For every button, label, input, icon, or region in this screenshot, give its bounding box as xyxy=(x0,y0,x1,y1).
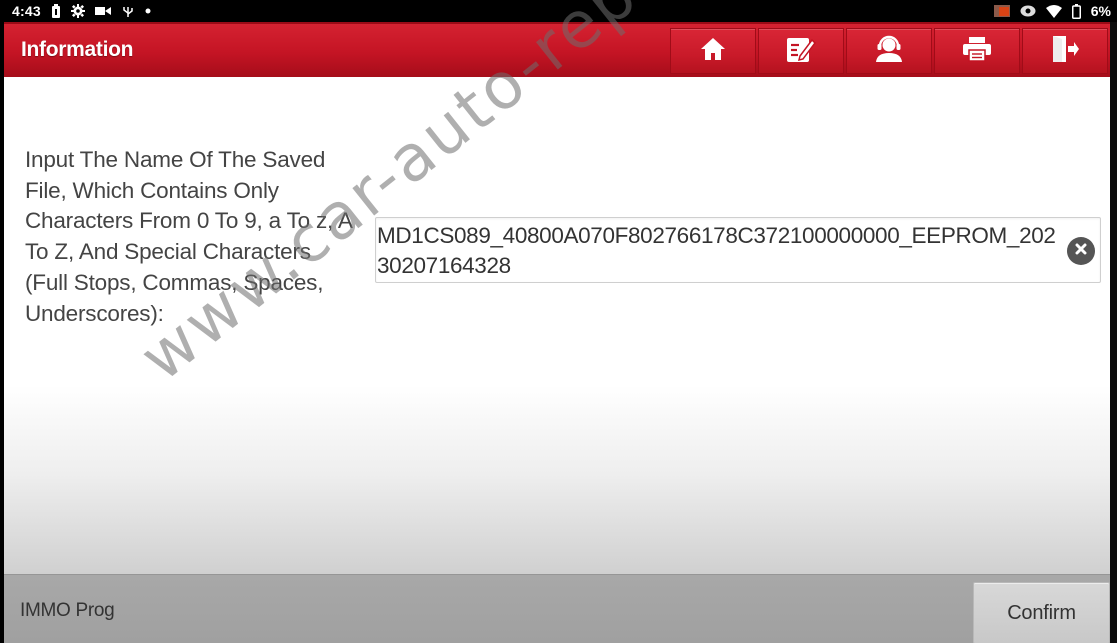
toolbar xyxy=(670,28,1108,74)
remote-support-button[interactable] xyxy=(846,28,932,74)
cast-icon xyxy=(993,3,1010,19)
wifi-icon xyxy=(1045,3,1062,19)
title-bar: Information xyxy=(4,22,1110,77)
confirm-button[interactable]: Confirm xyxy=(973,582,1110,643)
settings-gear-icon xyxy=(70,3,85,19)
function-label: IMMO Prog xyxy=(20,600,115,621)
filename-prompt-label: Input The Name Of The Saved File, Which … xyxy=(25,147,352,326)
clear-circle-icon xyxy=(1074,242,1088,261)
home-button[interactable] xyxy=(670,28,756,74)
eye-icon xyxy=(1020,3,1036,19)
clear-input-button[interactable] xyxy=(1067,237,1095,265)
exit-button[interactable] xyxy=(1022,28,1108,74)
home-icon xyxy=(700,37,726,66)
usb-debug-icon xyxy=(121,3,135,19)
notification-dot-icon xyxy=(145,3,151,19)
battery-saver-icon xyxy=(51,3,61,19)
edit-note-icon xyxy=(786,35,816,68)
printer-icon xyxy=(962,36,992,67)
bottom-bar: IMMO Prog Confirm xyxy=(4,574,1110,643)
app-screen: Information Input The Name Of The Saved … xyxy=(4,22,1110,643)
page-title: Information xyxy=(21,38,134,61)
status-bar: 4:43 6% xyxy=(0,0,1117,22)
filename-input[interactable]: MD1CS089_40800A070F802766178C37210000000… xyxy=(375,217,1101,283)
support-agent-icon xyxy=(874,35,904,68)
device-bezel xyxy=(1110,22,1117,643)
battery-icon xyxy=(1071,3,1081,19)
print-button[interactable] xyxy=(934,28,1020,74)
video-camera-icon xyxy=(94,3,111,19)
status-time: 4:43 xyxy=(12,3,41,19)
edit-report-button[interactable] xyxy=(758,28,844,74)
exit-door-icon xyxy=(1050,35,1080,68)
content-area: Input The Name Of The Saved File, Which … xyxy=(4,77,1110,574)
filename-input-value[interactable]: MD1CS089_40800A070F802766178C37210000000… xyxy=(377,221,1065,281)
battery-percent: 6% xyxy=(1090,3,1111,19)
